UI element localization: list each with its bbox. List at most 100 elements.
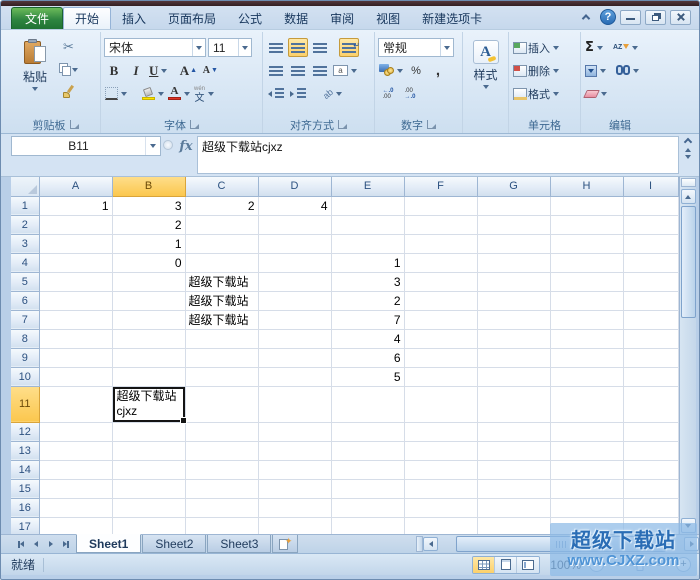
cell-A4[interactable] <box>39 253 112 272</box>
cell-E2[interactable] <box>331 215 404 234</box>
cell-H13[interactable] <box>550 441 623 460</box>
cell-G7[interactable] <box>477 310 550 329</box>
row-header-4[interactable]: 4 <box>11 253 39 272</box>
clear-button[interactable] <box>584 84 608 103</box>
cell-G6[interactable] <box>477 291 550 310</box>
cell-G17[interactable] <box>477 517 550 534</box>
col-header-A[interactable]: A <box>39 177 112 196</box>
cell-H8[interactable] <box>550 329 623 348</box>
cell-D17[interactable] <box>258 517 331 534</box>
tab-formulas[interactable]: 公式 <box>227 7 273 29</box>
col-header-H[interactable]: H <box>550 177 623 196</box>
cell-A10[interactable] <box>39 367 112 386</box>
italic-button[interactable]: I <box>126 61 146 80</box>
cell-B17[interactable] <box>112 517 185 534</box>
font-dialog-launcher[interactable] <box>190 120 199 129</box>
tab-custom[interactable]: 新建选项卡 <box>411 7 493 29</box>
row-header-11[interactable]: 11 <box>11 386 39 422</box>
vertical-split-box[interactable] <box>681 178 696 187</box>
view-page-layout-button[interactable] <box>495 557 517 573</box>
cell-H10[interactable] <box>550 367 623 386</box>
insert-worksheet-button[interactable]: ✦ <box>272 535 298 553</box>
row-header-15[interactable]: 15 <box>11 479 39 498</box>
insert-function-button[interactable]: fx <box>175 136 197 156</box>
cell-I3[interactable] <box>623 234 678 253</box>
align-left-button[interactable] <box>266 61 286 80</box>
cell-C12[interactable] <box>185 422 258 441</box>
vertical-scrollbar[interactable] <box>679 177 696 534</box>
cell-C7[interactable]: 超级下载站 <box>185 310 258 329</box>
format-painter-button[interactable] <box>58 82 79 101</box>
row-header-6[interactable]: 6 <box>11 291 39 310</box>
formula-input[interactable]: 超级下载站cjxz <box>197 136 679 174</box>
row-header-10[interactable]: 10 <box>11 367 39 386</box>
cell-F10[interactable] <box>404 367 477 386</box>
cell-C6[interactable]: 超级下载站 <box>185 291 258 310</box>
autosum-button[interactable]: Σ <box>584 38 604 57</box>
cell-G5[interactable] <box>477 272 550 291</box>
cell-B8[interactable] <box>112 329 185 348</box>
row-header-16[interactable]: 16 <box>11 498 39 517</box>
cell-A2[interactable] <box>39 215 112 234</box>
sheet-tab-sheet1[interactable]: Sheet1 <box>76 534 141 553</box>
cell-H12[interactable] <box>550 422 623 441</box>
tab-home[interactable]: 开始 <box>63 7 111 29</box>
decrease-font-button[interactable]: A▼ <box>200 61 220 80</box>
sheet-tab-sheet2[interactable]: Sheet2 <box>142 535 206 553</box>
cell-I1[interactable] <box>623 196 678 215</box>
phonetic-guide-button[interactable]: wén文 <box>193 84 215 103</box>
cell-A12[interactable] <box>39 422 112 441</box>
cell-B6[interactable] <box>112 291 185 310</box>
cell-G4[interactable] <box>477 253 550 272</box>
paste-button[interactable]: 粘贴 <box>14 34 56 116</box>
clipboard-dialog-launcher[interactable] <box>70 120 79 129</box>
cell-H7[interactable] <box>550 310 623 329</box>
row-header-14[interactable]: 14 <box>11 460 39 479</box>
cell-F16[interactable] <box>404 498 477 517</box>
cell-C13[interactable] <box>185 441 258 460</box>
cell-D12[interactable] <box>258 422 331 441</box>
underline-button[interactable]: U <box>148 61 168 80</box>
cell-B2[interactable]: 2 <box>112 215 185 234</box>
cell-F14[interactable] <box>404 460 477 479</box>
cell-F5[interactable] <box>404 272 477 291</box>
cell-B9[interactable] <box>112 348 185 367</box>
cell-G2[interactable] <box>477 215 550 234</box>
cell-B15[interactable] <box>112 479 185 498</box>
cell-I8[interactable] <box>623 329 678 348</box>
cell-G9[interactable] <box>477 348 550 367</box>
cell-F13[interactable] <box>404 441 477 460</box>
cell-E9[interactable]: 6 <box>331 348 404 367</box>
view-normal-button[interactable] <box>473 557 495 573</box>
cell-H1[interactable] <box>550 196 623 215</box>
cell-E12[interactable] <box>331 422 404 441</box>
cell-E8[interactable]: 4 <box>331 329 404 348</box>
tab-view[interactable]: 视图 <box>365 7 411 29</box>
cell-F3[interactable] <box>404 234 477 253</box>
first-sheet-button[interactable] <box>14 537 28 551</box>
col-header-C[interactable]: C <box>185 177 258 196</box>
cell-B3[interactable]: 1 <box>112 234 185 253</box>
next-sheet-button[interactable] <box>44 537 58 551</box>
scroll-up-button[interactable] <box>681 189 696 204</box>
font-name-select[interactable]: 宋体 <box>104 38 206 57</box>
cell-C14[interactable] <box>185 460 258 479</box>
format-cells-button[interactable]: 格式 <box>512 84 560 103</box>
cell-E17[interactable] <box>331 517 404 534</box>
cell-D11[interactable] <box>258 386 331 422</box>
cell-E13[interactable] <box>331 441 404 460</box>
align-middle-button[interactable] <box>288 38 308 57</box>
cell-B10[interactable] <box>112 367 185 386</box>
cell-E1[interactable] <box>331 196 404 215</box>
formula-scroll-up[interactable] <box>685 148 691 152</box>
cell-I15[interactable] <box>623 479 678 498</box>
fill-color-button[interactable] <box>140 84 165 103</box>
cell-B16[interactable] <box>112 498 185 517</box>
cell-H9[interactable] <box>550 348 623 367</box>
cell-E14[interactable] <box>331 460 404 479</box>
cell-A9[interactable] <box>39 348 112 367</box>
row-header-9[interactable]: 9 <box>11 348 39 367</box>
tab-split-handle[interactable] <box>416 536 423 552</box>
cell-C3[interactable] <box>185 234 258 253</box>
row-header-5[interactable]: 5 <box>11 272 39 291</box>
